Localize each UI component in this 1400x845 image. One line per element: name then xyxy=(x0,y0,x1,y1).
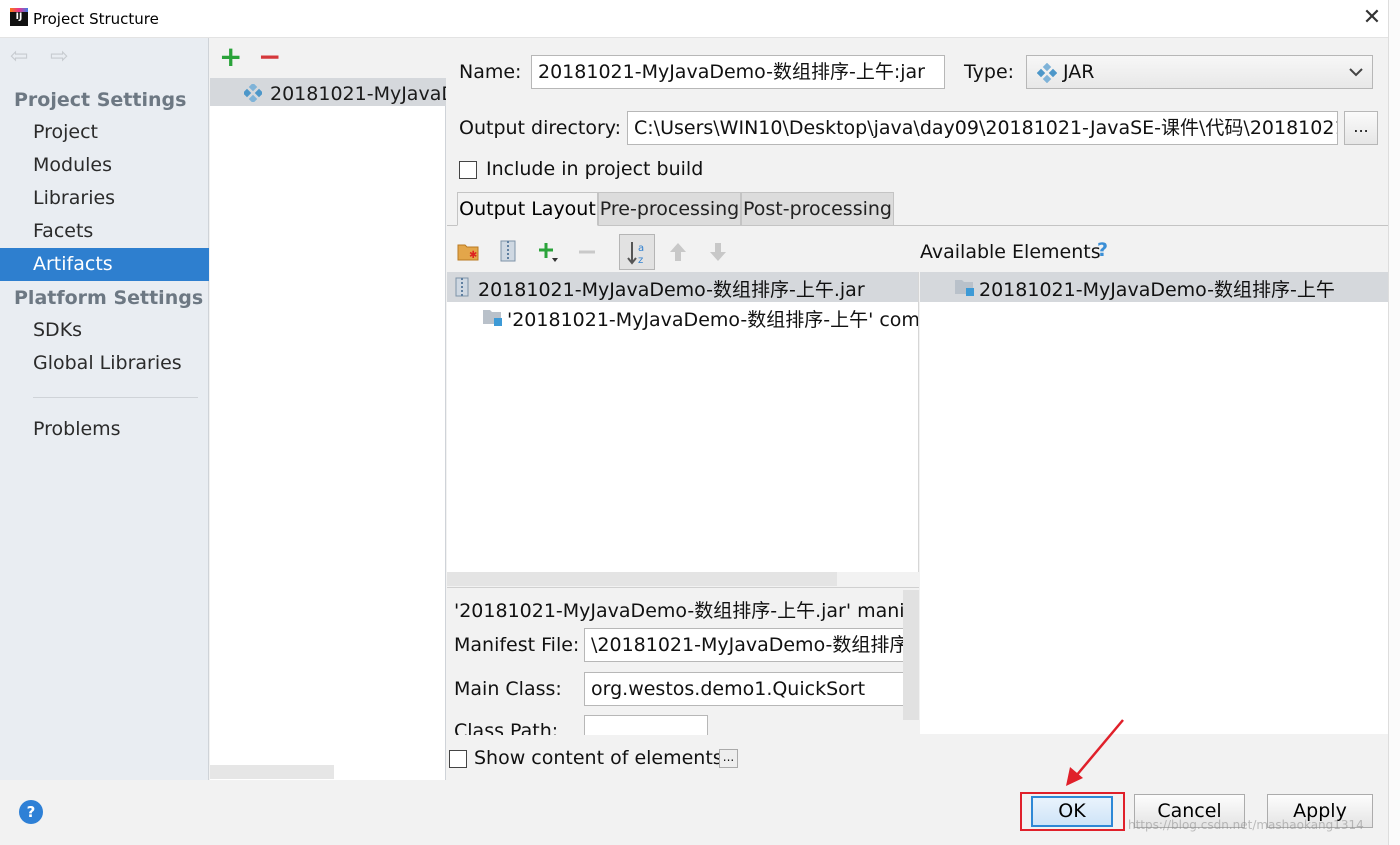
artifact-list-toolbar xyxy=(210,38,446,78)
output-layout-tree: 20181021-MyJavaDemo-数组排序-上午.jar '2018102… xyxy=(447,272,919,572)
close-icon[interactable]: ✕ xyxy=(1356,3,1388,35)
sidebar-divider xyxy=(33,397,198,398)
available-elements-tree: 20181021-MyJavaDemo-数组排序-上午 xyxy=(920,272,1388,734)
type-dropdown[interactable]: JAR xyxy=(1026,55,1373,89)
module-output-icon xyxy=(483,310,502,326)
window-title: Project Structure xyxy=(33,10,159,28)
tab-output-layout[interactable]: Output Layout xyxy=(457,192,598,226)
help-icon[interactable]: ? xyxy=(1097,239,1108,261)
available-element-row[interactable]: 20181021-MyJavaDemo-数组排序-上午 xyxy=(920,272,1388,302)
sidebar-item-sdks[interactable]: SDKs xyxy=(0,314,209,347)
artifact-icon xyxy=(244,84,262,102)
sidebar-item-facets[interactable]: Facets xyxy=(0,215,209,248)
add-artifact-button[interactable]: + xyxy=(219,40,242,73)
output-directory-field[interactable]: C:\Users\WIN10\Desktop\java\day09\201810… xyxy=(627,111,1338,145)
svg-text:✱: ✱ xyxy=(469,250,477,261)
sidebar-item-problems[interactable]: Problems xyxy=(0,413,209,446)
svg-text:z: z xyxy=(638,255,643,266)
title-bar: IJ Project Structure ✕ xyxy=(0,0,1400,38)
output-directory-label: Output directory: xyxy=(459,117,622,139)
create-directory-icon[interactable]: ✱ xyxy=(457,241,479,261)
help-button[interactable]: ? xyxy=(19,800,43,824)
vertical-scrollbar[interactable] xyxy=(903,590,919,720)
artifact-list xyxy=(210,38,446,780)
project-settings-heading: Project Settings xyxy=(14,89,187,111)
horizontal-scrollbar[interactable] xyxy=(210,765,334,779)
move-down-icon[interactable] xyxy=(708,241,728,263)
tree-row-root-label: 20181021-MyJavaDemo-数组排序-上午.jar xyxy=(478,279,865,301)
watermark: https://blog.csdn.net/mashaokang1314 xyxy=(1128,818,1364,832)
main-class-label: Main Class: xyxy=(454,678,562,700)
class-path-field[interactable] xyxy=(584,715,708,735)
show-content-options-button[interactable]: ... xyxy=(719,749,738,768)
archive-icon[interactable] xyxy=(499,240,517,262)
remove-element-icon[interactable] xyxy=(577,241,599,263)
background-window-edge xyxy=(1388,0,1400,845)
class-path-label: Class Path: xyxy=(454,720,559,735)
include-in-build-label: Include in project build xyxy=(486,158,704,180)
show-content-label: Show content of elements xyxy=(474,747,723,769)
platform-settings-heading: Platform Settings xyxy=(14,287,204,309)
available-elements-heading: Available Elements xyxy=(920,241,1101,263)
available-element-label: 20181021-MyJavaDemo-数组排序-上午 xyxy=(979,279,1335,301)
name-field[interactable]: 20181021-MyJavaDemo-数组排序-上午:jar xyxy=(531,55,945,89)
type-label: Type: xyxy=(964,61,1015,83)
chevron-down-icon xyxy=(1349,68,1363,77)
add-element-icon[interactable] xyxy=(537,241,559,263)
sort-elements-toggle[interactable]: a z xyxy=(619,234,655,270)
red-annotation-arrow xyxy=(1066,719,1124,786)
browse-button[interactable]: ... xyxy=(1344,111,1378,145)
show-content-checkbox[interactable] xyxy=(449,750,467,768)
jar-artifact-icon xyxy=(1037,63,1057,83)
sort-az-icon: a z xyxy=(627,242,644,266)
tree-row-child-label: '20181021-MyJavaDemo-数组排序-上午' comp xyxy=(507,309,919,331)
name-label: Name: xyxy=(459,61,522,83)
manifest-panel: '20181021-MyJavaDemo-数组排序-上午.jar' manife… xyxy=(447,587,919,735)
sidebar-item-modules[interactable]: Modules xyxy=(0,149,209,182)
module-icon xyxy=(955,280,974,296)
manifest-file-field[interactable]: \20181021-MyJavaDemo-数组排序-_ xyxy=(584,628,919,662)
tree-row-root[interactable]: 20181021-MyJavaDemo-数组排序-上午.jar xyxy=(447,272,918,302)
sidebar-item-artifacts[interactable]: Artifacts xyxy=(0,248,209,281)
move-up-icon[interactable] xyxy=(668,241,688,263)
artifact-list-item-label: 20181021-MyJavaDemo-数组排序-上午:jar xyxy=(270,83,446,105)
intellij-app-icon: IJ xyxy=(10,8,28,26)
tab-pre-processing[interactable]: Pre-processing xyxy=(598,192,741,226)
remove-artifact-button[interactable]: − xyxy=(258,40,281,73)
sidebar-item-project[interactable]: Project xyxy=(0,116,209,149)
type-dropdown-value: JAR xyxy=(1063,61,1095,83)
sidebar-item-libraries[interactable]: Libraries xyxy=(0,182,209,215)
tab-post-processing[interactable]: Post-processing xyxy=(741,192,894,226)
manifest-file-label: Manifest File: xyxy=(454,634,580,656)
jar-archive-icon xyxy=(455,277,469,297)
svg-text:a: a xyxy=(638,243,644,254)
sidebar-item-global-libraries[interactable]: Global Libraries xyxy=(0,347,209,380)
forward-arrow-icon[interactable]: ⇨ xyxy=(50,44,68,69)
include-in-build-checkbox[interactable] xyxy=(459,161,477,179)
tree-row-child[interactable]: '20181021-MyJavaDemo-数组排序-上午' comp xyxy=(447,302,919,332)
main-class-field[interactable]: org.westos.demo1.QuickSort xyxy=(584,672,919,706)
artifact-list-item[interactable]: 20181021-MyJavaDemo-数组排序-上午:jar xyxy=(210,78,446,106)
back-arrow-icon[interactable]: ⇦ xyxy=(10,44,28,69)
horizontal-scrollbar[interactable] xyxy=(447,572,837,586)
manifest-header: '20181021-MyJavaDemo-数组排序-上午.jar' manife… xyxy=(454,600,919,622)
